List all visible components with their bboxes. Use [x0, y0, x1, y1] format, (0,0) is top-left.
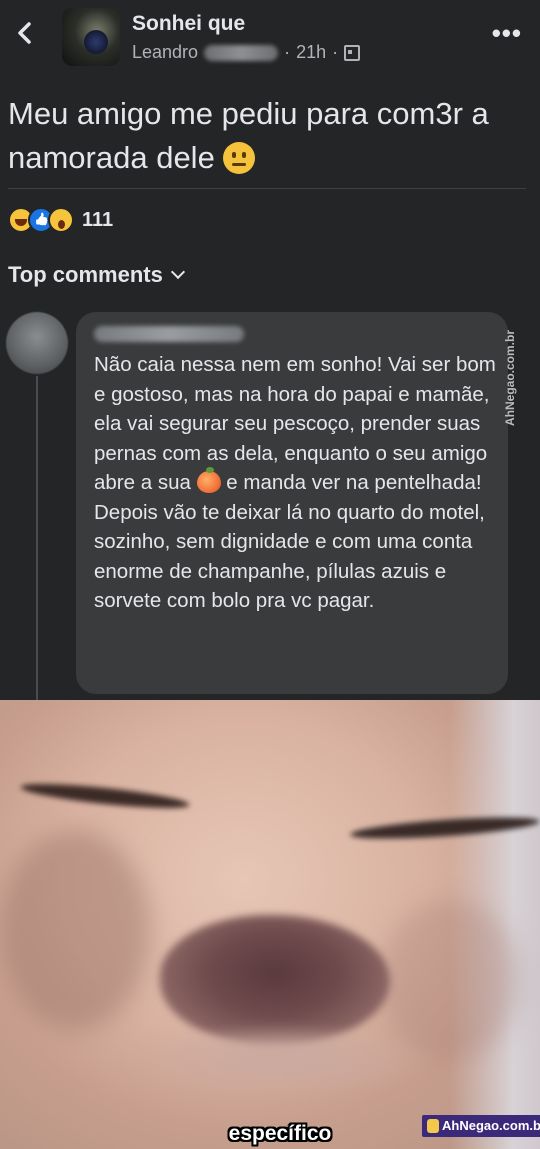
group-avatar[interactable] [62, 8, 120, 66]
post-meta: Leandro · 21h · [132, 42, 361, 63]
post-time[interactable]: 21h [296, 42, 326, 63]
image-mouth [120, 1030, 440, 1100]
comment-bubble: Não caia nessa nem em sonho! Vai ser bom… [76, 312, 508, 694]
thread-line [36, 376, 38, 700]
commenter-name-blurred[interactable] [94, 326, 244, 342]
watermark-badge: AhNegao.com.br [422, 1115, 540, 1137]
chevron-down-icon [170, 264, 185, 280]
image-shade [0, 830, 150, 1030]
facebook-post: Sonhei que Leandro · 21h · ••• Meu amigo… [0, 0, 540, 700]
neutral-face-emoji [223, 142, 256, 174]
meta-separator: · [332, 42, 339, 62]
chevron-left-icon[interactable] [10, 18, 40, 48]
comment-sort-dropdown[interactable]: Top comments [8, 262, 185, 288]
group-visibility-icon [344, 44, 361, 61]
author-surname-blurred [204, 44, 279, 61]
author-name[interactable]: Leandro [132, 42, 198, 63]
reactions-summary[interactable]: 111 [8, 205, 113, 235]
image-shade [380, 900, 520, 1060]
comment-sort-label: Top comments [8, 262, 163, 287]
divider [8, 188, 526, 189]
watermark-vertical: AhNegao.com.br [503, 329, 517, 426]
peach-emoji [196, 467, 221, 493]
group-name[interactable]: Sonhei que [132, 12, 245, 36]
wow-reaction-icon [48, 207, 74, 233]
meta-separator: · [284, 42, 291, 62]
comment-text: Não caia nessa nem em sonho! Vai ser bom… [94, 350, 506, 616]
reaction-count: 111 [82, 208, 114, 231]
post-text: Meu amigo me pediu para com3r a namorada… [8, 92, 528, 180]
commenter-avatar[interactable] [6, 312, 68, 374]
more-horizontal-icon[interactable]: ••• [492, 20, 522, 46]
image-nose [160, 915, 390, 1045]
comment-text-part: e manda ver na pentelhada! [226, 471, 482, 494]
comment-text-part: Depois vão te deixar lá no quarto do mot… [94, 500, 485, 613]
post-header: Sonhei que Leandro · 21h · ••• [0, 0, 540, 80]
